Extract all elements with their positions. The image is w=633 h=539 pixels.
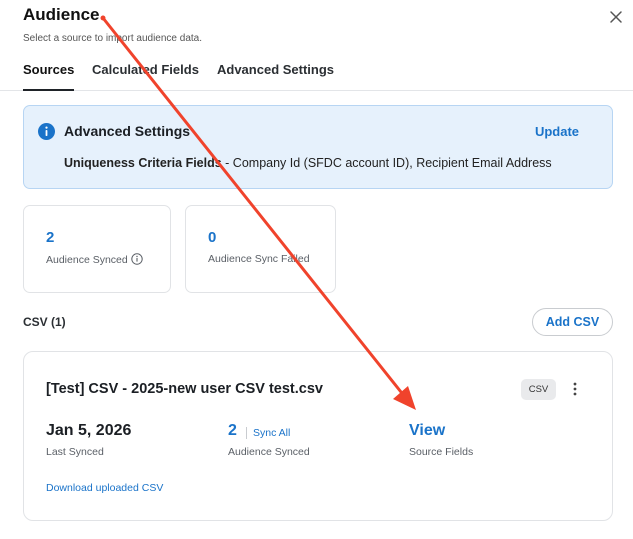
last-synced-value: Jan 5, 2026 [46,422,132,439]
uniqueness-criteria: Uniqueness Criteria Fields - Company Id … [64,156,552,170]
close-icon[interactable] [607,8,625,26]
sync-all-link[interactable]: Sync All [246,427,290,439]
stat-value: 2 [46,229,55,246]
csv-source-card: [Test] CSV - 2025-new user CSV test.csv … [23,351,613,521]
tab-calculated-fields[interactable]: Calculated Fields [92,62,199,91]
criteria-value: Company Id (SFDC account ID), Recipient … [232,156,552,170]
stat-label: Audience Synced [46,253,143,266]
csv-type-badge: CSV [521,379,556,400]
tab-bar: Sources Calculated Fields Advanced Setti… [0,58,633,91]
page-subtitle: Select a source to import audience data. [23,33,202,44]
audience-synced-label: Audience Synced [228,446,310,458]
csv-file-name: [Test] CSV - 2025-new user CSV test.csv [46,381,323,397]
tab-sources[interactable]: Sources [23,62,75,91]
tab-advanced-settings[interactable]: Advanced Settings [217,62,334,91]
info-icon [38,123,55,140]
audience-synced-value: 2 [228,422,237,439]
criteria-label: Uniqueness Criteria Fields [64,156,222,170]
stat-value: 0 [208,229,217,246]
page-title: Audience [23,5,100,24]
audience-panel: Audience Select a source to import audie… [0,0,633,539]
last-synced-label: Last Synced [46,446,104,458]
add-csv-button[interactable]: Add CSV [532,308,613,336]
stat-card-audience-sync-failed: 0 Audience Sync Failed [185,205,336,293]
view-source-fields-link[interactable]: View [409,422,445,440]
csv-section-title: CSV (1) [23,315,66,329]
advanced-settings-banner: Advanced Settings Update Uniqueness Crit… [23,105,613,189]
info-outline-icon[interactable] [131,253,143,265]
stat-label: Audience Sync Failed [208,253,310,265]
criteria-separator: - [221,156,233,170]
more-options-icon[interactable] [570,380,580,398]
stat-label-text: Audience Synced [46,254,128,266]
download-csv-link[interactable]: Download uploaded CSV [46,482,163,494]
source-fields-label: Source Fields [409,446,474,458]
update-button[interactable]: Update [535,124,579,139]
banner-title: Advanced Settings [64,123,191,139]
stat-card-audience-synced: 2 Audience Synced [23,205,171,293]
